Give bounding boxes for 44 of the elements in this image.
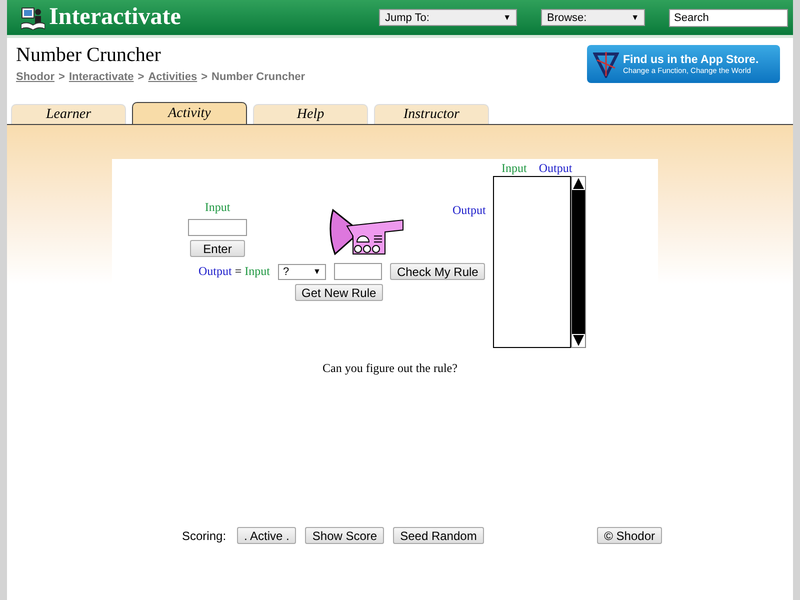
breadcrumb-separator: > [58, 71, 65, 83]
rule-input-label: Input [244, 264, 270, 279]
scoring-label: Scoring: [182, 528, 226, 542]
operator-dropdown[interactable]: ? ▼ [278, 264, 326, 280]
column-header: Output [538, 161, 572, 176]
scrollbar[interactable] [570, 176, 586, 348]
down-arrow-icon[interactable] [572, 334, 584, 347]
breadcrumb-link[interactable]: Interactivate [68, 71, 134, 83]
breadcrumb-separator: > [138, 71, 144, 83]
breadcrumb-separator: > [201, 71, 208, 83]
rule-value-field[interactable] [334, 263, 382, 280]
input-label: Input [204, 200, 230, 215]
browse-dropdown[interactable]: Browse: ▼ [541, 9, 645, 26]
tab[interactable]: Learner [11, 104, 126, 124]
tab[interactable]: Instructor [374, 104, 489, 124]
prompt-text: Can you figure out the rule? [322, 361, 458, 376]
caret-icon: ▼ [313, 267, 321, 276]
star-logo-icon [593, 50, 619, 78]
breadcrumb-current: Number Cruncher [212, 71, 306, 83]
copyright-button[interactable]: © Shodor [597, 527, 662, 544]
check-rule-button[interactable]: Check My Rule [390, 263, 486, 280]
search-field[interactable]: Search [669, 8, 788, 26]
app-store-title: Find us in the App Store. [623, 54, 759, 66]
page-title: Number Cruncher [16, 44, 162, 67]
scoring-button[interactable]: Show Score [305, 527, 384, 544]
new-rule-button[interactable]: Get New Rule [294, 284, 384, 301]
enter-button[interactable]: Enter [190, 240, 245, 257]
equals-sign: = [234, 264, 242, 279]
up-arrow-icon[interactable] [572, 177, 584, 190]
reader-at-computer-icon [21, 6, 45, 30]
input-field[interactable] [188, 219, 247, 236]
breadcrumb-link[interactable]: Activities [148, 71, 198, 83]
tab[interactable]: Activity [132, 102, 247, 124]
tab[interactable]: Help [253, 104, 368, 124]
output-label: Output [452, 203, 486, 218]
column-header: Input [502, 161, 527, 176]
site-logo[interactable]: Interactivate [49, 4, 181, 31]
breadcrumb-link[interactable]: Shodor [16, 71, 54, 83]
jump-to-dropdown[interactable]: Jump To: ▼ [379, 9, 517, 26]
rule-output-label: Output [198, 264, 232, 279]
caret-icon: ▼ [503, 13, 511, 22]
caret-icon: ▼ [631, 13, 639, 22]
scoring-button[interactable]: Seed Random [393, 527, 484, 544]
scoring-button[interactable]: . Active . [237, 527, 296, 544]
